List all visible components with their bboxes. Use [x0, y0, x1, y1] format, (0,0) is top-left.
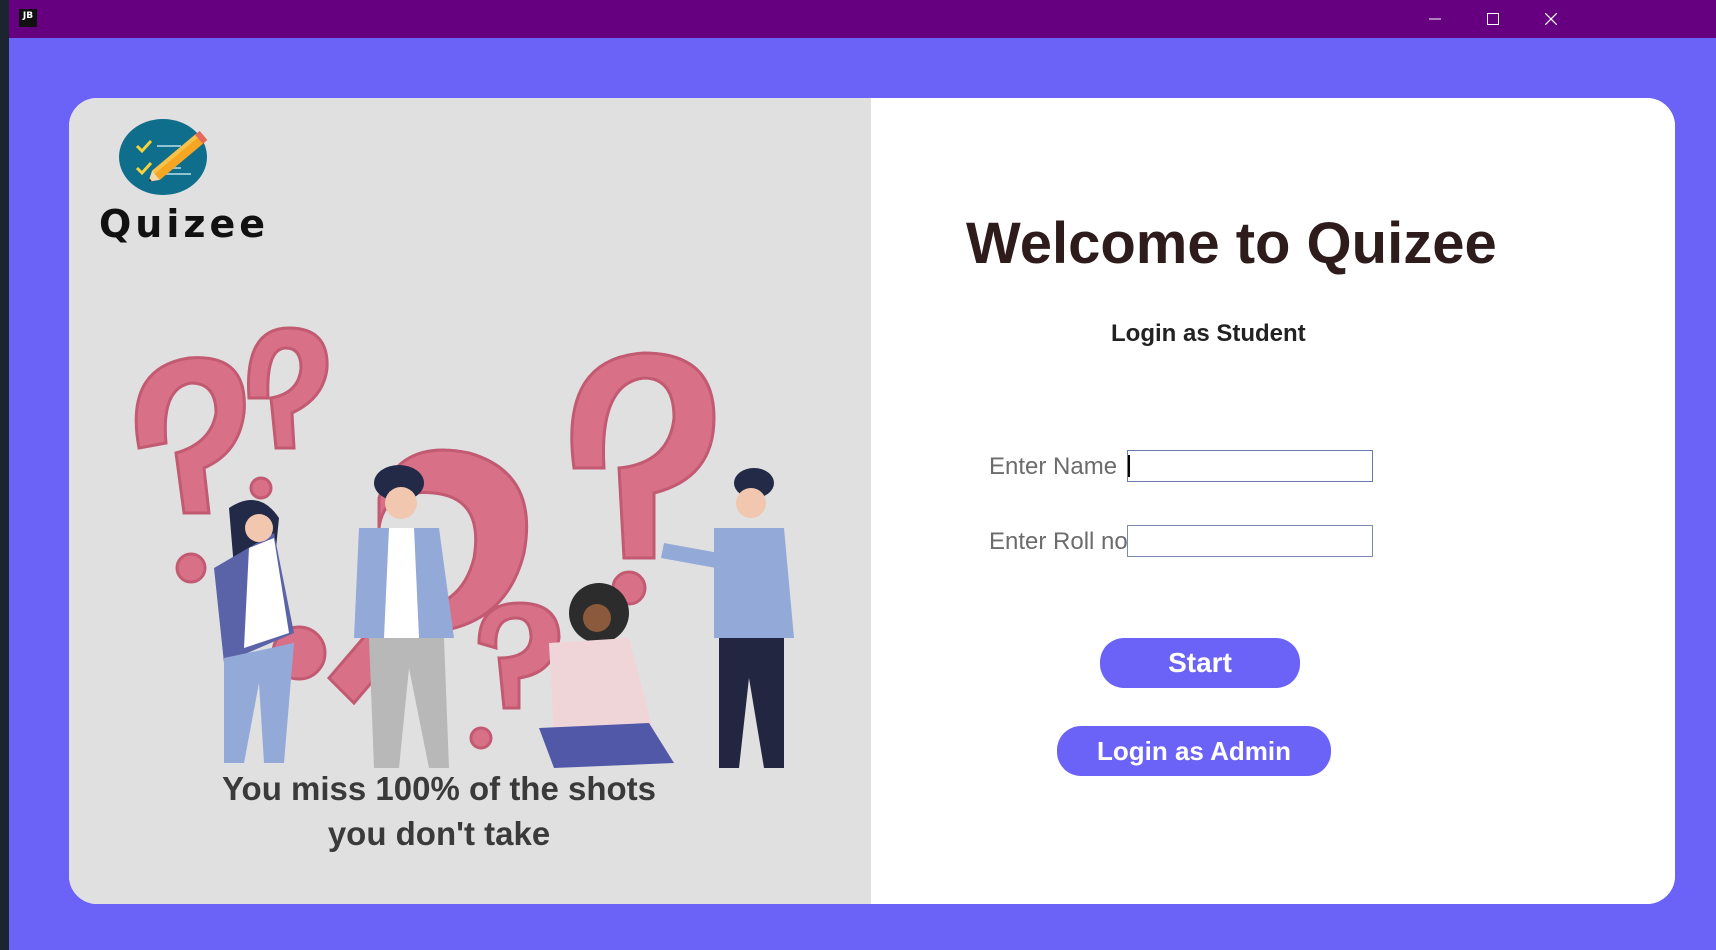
roll-label: Enter Roll no	[989, 528, 1128, 555]
quote-line-1: You miss 100% of the shots	[222, 770, 656, 807]
welcome-heading: Welcome to Quizee	[966, 211, 1497, 276]
start-button[interactable]: Start	[1100, 638, 1300, 688]
text-caret	[1128, 455, 1130, 477]
minimize-icon	[1429, 18, 1441, 20]
checklist-pencil-icon	[119, 119, 208, 195]
name-label: Enter Name	[989, 453, 1118, 480]
name-input[interactable]	[1127, 450, 1373, 482]
illustration-panel: Quizee You miss 100% of the shots you do…	[69, 98, 871, 904]
maximize-button[interactable]	[1464, 0, 1522, 38]
login-subtitle: Login as Student	[1111, 320, 1306, 347]
name-field-wrapper	[1127, 450, 1373, 482]
app-icon: JB	[19, 9, 37, 27]
minimize-button[interactable]	[1406, 0, 1464, 38]
login-as-admin-button[interactable]: Login as Admin	[1057, 726, 1331, 776]
window-body: Quizee You miss 100% of the shots you do…	[9, 38, 1716, 950]
title-bar: JB	[9, 0, 1716, 38]
close-icon	[1545, 13, 1557, 25]
close-button[interactable]	[1522, 0, 1580, 38]
login-panel: Welcome to Quizee Login as Student Enter…	[871, 98, 1675, 904]
quote-line-2: you don't take	[327, 815, 551, 852]
motivational-quote: You miss 100% of the shots you don't tak…	[189, 766, 689, 856]
logo-text: Quizee	[99, 202, 270, 246]
login-card: Quizee You miss 100% of the shots you do…	[69, 98, 1675, 904]
people-question-marks-illustration	[134, 326, 794, 768]
roll-number-input[interactable]	[1127, 525, 1373, 557]
maximize-icon	[1487, 13, 1499, 25]
